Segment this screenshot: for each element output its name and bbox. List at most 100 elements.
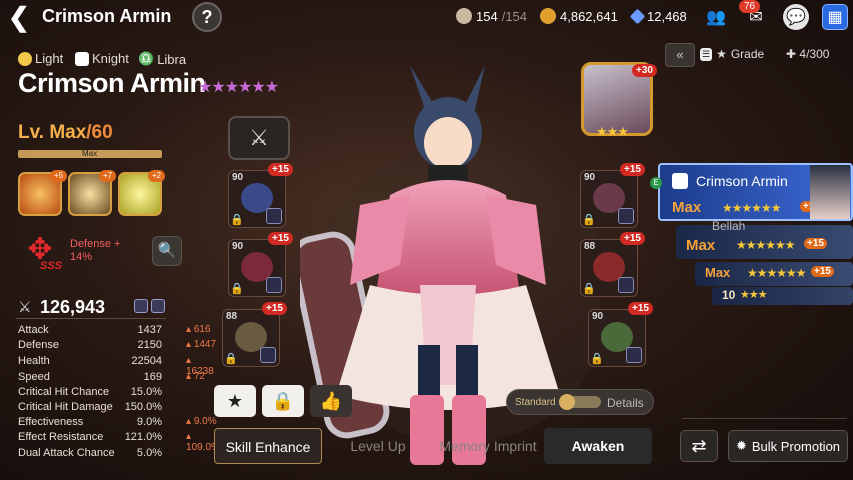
exclusive-equipment-slot[interactable]: ⚔ [228, 116, 290, 160]
class-label: Knight [75, 51, 129, 66]
stat-bonus: ▴ 616 [186, 324, 211, 335]
knight-icon [75, 51, 89, 66]
thumbs-up-icon: 👍 [319, 391, 343, 411]
set-icon [618, 277, 634, 293]
imprint-stat-value: 14% [70, 251, 93, 263]
help-button[interactable]: ? [192, 2, 222, 32]
tab-level-up[interactable]: Level Up [324, 428, 432, 464]
favorite-button[interactable]: ★ [214, 385, 256, 417]
combat-power: 126,943 [40, 297, 106, 317]
bulk-promotion-label: Bulk Promotion [751, 438, 841, 454]
set-icon [626, 347, 642, 363]
crystal-value: 12,468 [647, 8, 687, 24]
stat-row: Defense 2150 ▴ 1447 [18, 339, 217, 351]
stat-row: Effect Resistance 121.0% ▴ 109.0% [18, 431, 220, 453]
swap-arrows-icon: ⇄ [691, 436, 707, 456]
lock-icon: 🔒 [230, 214, 244, 226]
grid-icon: ▦ [827, 9, 843, 26]
attribute-label: Light [18, 51, 63, 66]
gold-icon [540, 8, 556, 24]
hero-stars: ★★★★★★ [198, 79, 279, 96]
light-icon [18, 51, 32, 66]
crystal-icon [629, 8, 646, 24]
collapse-list-button[interactable]: « [665, 43, 695, 67]
sort-label: Grade [730, 47, 765, 61]
stat-bonus: ▴ 9.0% [186, 416, 217, 427]
horoscope-text: Libra [157, 51, 187, 67]
magnifier-icon: 🔍 [157, 242, 177, 259]
hero-list-item[interactable]: Max ★★★★★★ +15 [695, 262, 853, 286]
imprint-stat-label: Defense + [70, 238, 121, 250]
lock-button[interactable]: 🔒 [262, 385, 304, 417]
chat-button[interactable]: 💬 [783, 4, 809, 30]
portrait-badge: +30 [632, 64, 657, 77]
stats-divider [16, 318, 166, 319]
stamina-icon [456, 8, 472, 24]
class-text: Knight [92, 51, 129, 66]
level-bar-label: Max [82, 149, 98, 158]
search-button[interactable]: 🔍 [152, 236, 182, 266]
level-label: Lv. Max/60 [18, 122, 113, 144]
double-chevron-left-icon: « [676, 47, 684, 62]
sort-icon: ☰ [700, 47, 713, 61]
gear-armor[interactable]: 88 +15 🔒 [222, 302, 287, 367]
stat-bonus: ▴ 72 [186, 371, 205, 382]
tab-awaken[interactable]: Awaken [544, 428, 652, 464]
gear-necklace[interactable]: 90 +15 🔒 [580, 163, 645, 228]
stat-row: Attack 1437 ▴ 616 [18, 324, 211, 336]
attribute-text: Light [35, 51, 64, 66]
sword-shield-icon: ⚔ [249, 125, 269, 150]
level-cap: /60 [86, 122, 113, 143]
heroes-menu-button[interactable]: 👥 [703, 4, 729, 30]
crossed-swords-icon: ⚔ [18, 299, 32, 316]
imprint-stat: Defense + 14% [70, 238, 120, 264]
artifact-badge-1: +5 [50, 170, 67, 182]
star-icon: ★ [716, 47, 727, 61]
stat-row: Critical Hit Chance 15.0% [18, 386, 162, 398]
swap-button[interactable]: ⇄ [680, 430, 718, 462]
stat-row: Health 22504 ▴ 16238 [18, 355, 218, 377]
set-icon [266, 277, 282, 293]
equipped-badge: E [650, 177, 662, 189]
lock-icon: 🔒 [590, 353, 604, 365]
gear-promotion-icon: ✹ [735, 438, 747, 453]
hero-list-item[interactable]: Bellah Max ★★★★★★ +15 [676, 219, 853, 259]
back-button[interactable]: ❮ [8, 4, 34, 30]
set-icon-1 [134, 299, 148, 313]
view-details-label: Details [607, 396, 644, 410]
hero-count: ✚ 4/300 [786, 47, 830, 61]
gear-weapon[interactable]: 90 +15 🔒 [228, 163, 293, 228]
lock-icon: 🔒 [582, 283, 596, 295]
page-title: Crimson Armin [42, 6, 172, 26]
mail-badge: 76 [739, 0, 761, 13]
sort-selector[interactable]: ☰ ★ Grade [700, 47, 764, 61]
stamina-value: 154 [476, 8, 498, 24]
hero-list-item[interactable]: 10 ★★★ [712, 287, 853, 305]
like-button[interactable]: 👍 [310, 385, 352, 417]
crystal-counter: 12,468 [629, 6, 687, 26]
stat-row: Speed 169 ▴ 72 [18, 371, 205, 383]
tab-memory-imprint[interactable]: Memory Imprint [434, 428, 542, 464]
gear-ring[interactable]: 88 +15 🔒 [580, 232, 645, 297]
toggle-knob [559, 394, 575, 410]
gear-boots[interactable]: 90 +15 🔒 [588, 302, 653, 367]
artifact-badge-2: +7 [99, 170, 116, 182]
gold-counter: 4,862,641 [540, 6, 618, 26]
tab-skill-enhance[interactable]: Skill Enhance [214, 428, 322, 464]
hero-thumbnail [810, 165, 850, 219]
lock-icon: 🔒 [582, 214, 596, 226]
stat-row: Dual Attack Chance 5.0% [18, 447, 162, 459]
main-menu-button[interactable]: ▦ [822, 4, 848, 30]
level-value: Lv. Max [18, 122, 87, 143]
horoscope-label: ♎ Libra [138, 51, 186, 67]
gear-helmet[interactable]: 90 +15 🔒 [228, 232, 293, 297]
list-divider [682, 418, 847, 419]
view-toggle[interactable]: Standard Details [506, 389, 654, 415]
bulk-promotion-button[interactable]: ✹ Bulk Promotion [728, 430, 848, 462]
hero-list-item[interactable]: E Crimson Armin Max ★★★★★★ +14 [650, 163, 853, 221]
portrait-stars: ★★★ [596, 124, 629, 139]
stamina-max: /154 [501, 8, 528, 24]
lock-icon: 🔒 [230, 283, 244, 295]
stamina-counter: 154 /154 [456, 6, 527, 26]
stat-row: Critical Hit Damage 150.0% [18, 401, 162, 413]
